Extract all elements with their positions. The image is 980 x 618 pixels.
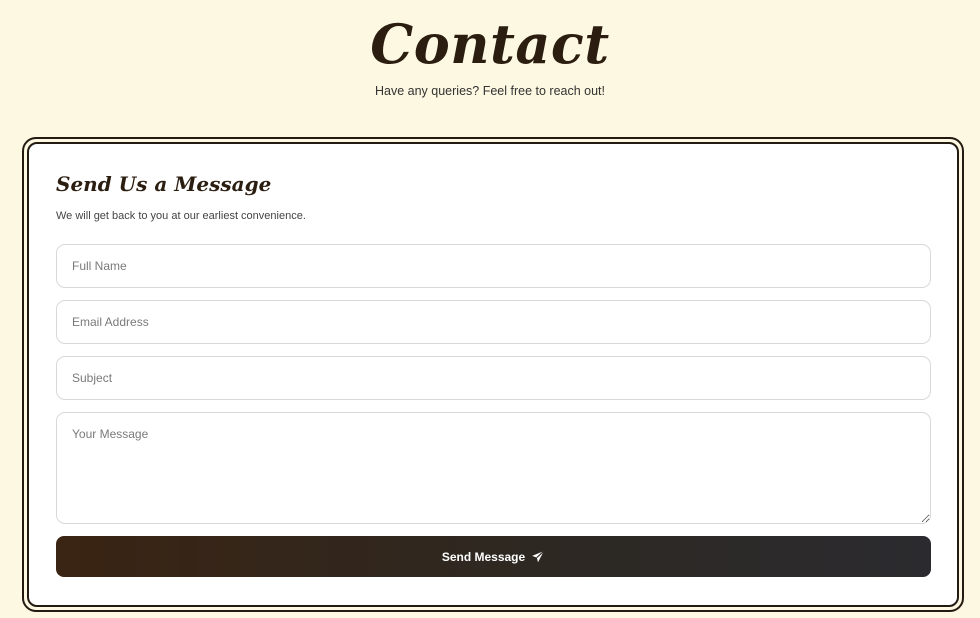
contact-form-card: Send Us a Message We will get back to yo… [27,142,959,607]
full-name-input[interactable] [56,244,931,288]
message-textarea[interactable] [56,412,931,524]
paper-plane-icon [531,550,545,564]
form-description: We will get back to you at our earliest … [56,210,306,222]
page-header: Contact Have any queries? Feel free to r… [0,0,980,98]
subject-input[interactable] [56,356,931,400]
send-button-label: Send Message [441,549,526,564]
page-subtitle: Have any queries? Feel free to reach out… [375,84,605,98]
email-input[interactable] [56,300,931,344]
contact-card-frame: Send Us a Message We will get back to yo… [22,137,964,612]
form-title: Send Us a Message [56,172,272,196]
send-message-button[interactable]: Send Message [56,536,931,577]
page-title: Contact [370,12,610,76]
